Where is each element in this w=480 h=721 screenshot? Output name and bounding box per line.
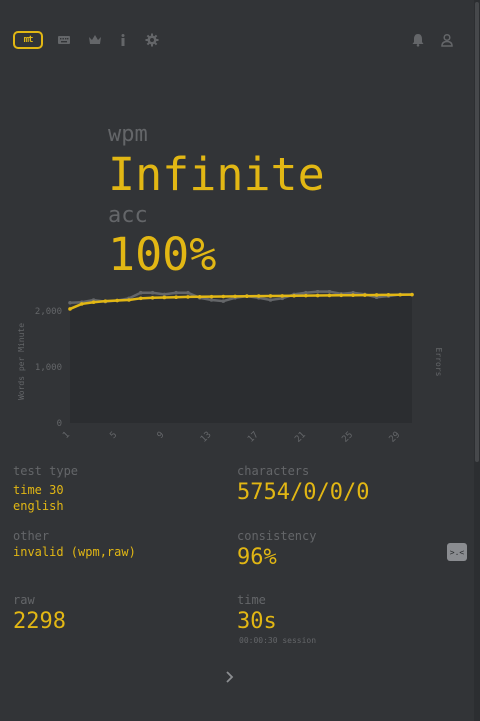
raw-series-point <box>162 292 167 297</box>
wpm-series-point <box>268 294 273 298</box>
characters-value: 5754/0/0/0 <box>237 480 370 505</box>
crown-icon[interactable] <box>88 33 102 47</box>
wpm-value: Infinite <box>108 148 325 201</box>
wpm-series-point <box>315 293 320 298</box>
report-icon-text: >.< <box>449 547 465 557</box>
wpm-series-point <box>339 293 344 298</box>
wpm-series-point <box>245 294 249 298</box>
wpm-series-point <box>256 294 261 298</box>
test-type-language: english <box>13 499 64 513</box>
raw-series-point <box>268 298 273 302</box>
wpm-series-point <box>127 298 131 302</box>
wpm-series-point <box>374 293 379 297</box>
x-tick-label: 21 <box>293 430 308 445</box>
chart-area <box>70 294 412 423</box>
y2-axis-title: Errors <box>434 348 443 377</box>
raw-series-point <box>68 300 72 305</box>
wpm-series-point <box>197 294 202 299</box>
wpm-series-point <box>410 292 414 297</box>
keyboard-icon[interactable] <box>57 33 71 47</box>
wpm-label: wpm <box>108 122 148 147</box>
raw-series-point <box>150 290 155 295</box>
raw-value: 2298 <box>13 609 66 634</box>
session-time: 00:00:30 session <box>239 636 317 645</box>
wpm-series-point <box>174 295 178 300</box>
consistency-label: consistency <box>237 529 317 543</box>
raw-series-point <box>174 290 178 295</box>
wpm-series-point <box>68 307 72 311</box>
bell-icon[interactable] <box>411 33 425 47</box>
raw-series-point <box>209 298 214 302</box>
wpm-series-point <box>363 293 367 297</box>
raw-series-point <box>186 290 190 295</box>
wpm-series-point <box>115 298 119 303</box>
consistency-value: 96% <box>237 545 277 570</box>
x-tick-label: 1 <box>61 430 72 441</box>
wpm-chart: 0 1,000 2,000 1 5 9 13 17 21 25 29 Words per Minute… <box>17 290 443 445</box>
x-tick-label: 29 <box>388 430 403 445</box>
other-label: other <box>13 529 50 543</box>
wpm-series-point <box>79 302 84 306</box>
wpm-series-point <box>280 294 285 298</box>
top-nav: mt <box>0 0 480 80</box>
wpm-series-point <box>186 295 190 299</box>
user-icon[interactable] <box>440 33 454 47</box>
wpm-series-point <box>233 294 237 299</box>
logo[interactable]: mt <box>13 31 43 49</box>
other-value: invalid (wpm,raw) <box>13 545 136 559</box>
x-tick-label: 17 <box>246 430 261 445</box>
x-tick-label: 9 <box>156 430 167 441</box>
wpm-series-point <box>138 296 143 301</box>
raw-series-point <box>138 290 143 295</box>
gear-icon[interactable] <box>145 33 159 47</box>
info-icon[interactable] <box>116 33 130 47</box>
y-tick-label: 2,000 <box>35 307 62 317</box>
raw-series-point <box>221 299 226 303</box>
raw-label: raw <box>13 593 35 607</box>
test-type-time: time 30 <box>13 483 64 497</box>
wpm-series-point <box>150 295 155 300</box>
acc-label: acc <box>108 203 148 228</box>
chevron-right-icon[interactable] <box>222 668 238 686</box>
wpm-series-point <box>209 294 214 299</box>
time-label: time <box>237 593 266 607</box>
wpm-series-point <box>162 295 167 300</box>
x-tick-label: 13 <box>199 430 214 445</box>
wpm-series-point <box>398 292 403 297</box>
y-tick-label: 0 <box>57 419 62 429</box>
time-value: 30s <box>237 609 277 634</box>
wpm-series-point <box>351 293 355 297</box>
wpm-series-point <box>221 294 226 299</box>
report-icon[interactable]: >.< <box>447 543 467 561</box>
wpm-series-point <box>304 293 308 298</box>
wpm-series-point <box>327 293 332 298</box>
wpm-series-point <box>103 299 108 303</box>
y-axis-title: Words per Minute <box>17 323 26 400</box>
y-tick-label: 1,000 <box>35 363 62 373</box>
wpm-series-point <box>386 293 391 297</box>
wpm-series-point <box>91 300 96 305</box>
acc-value: 100% <box>108 228 217 281</box>
logo-text: mt <box>23 34 34 45</box>
x-tick-label: 5 <box>108 430 119 441</box>
x-tick-label: 25 <box>340 430 355 445</box>
characters-label: characters <box>237 464 310 478</box>
wpm-series-point <box>292 293 296 298</box>
test-type-label: test type <box>13 464 79 478</box>
